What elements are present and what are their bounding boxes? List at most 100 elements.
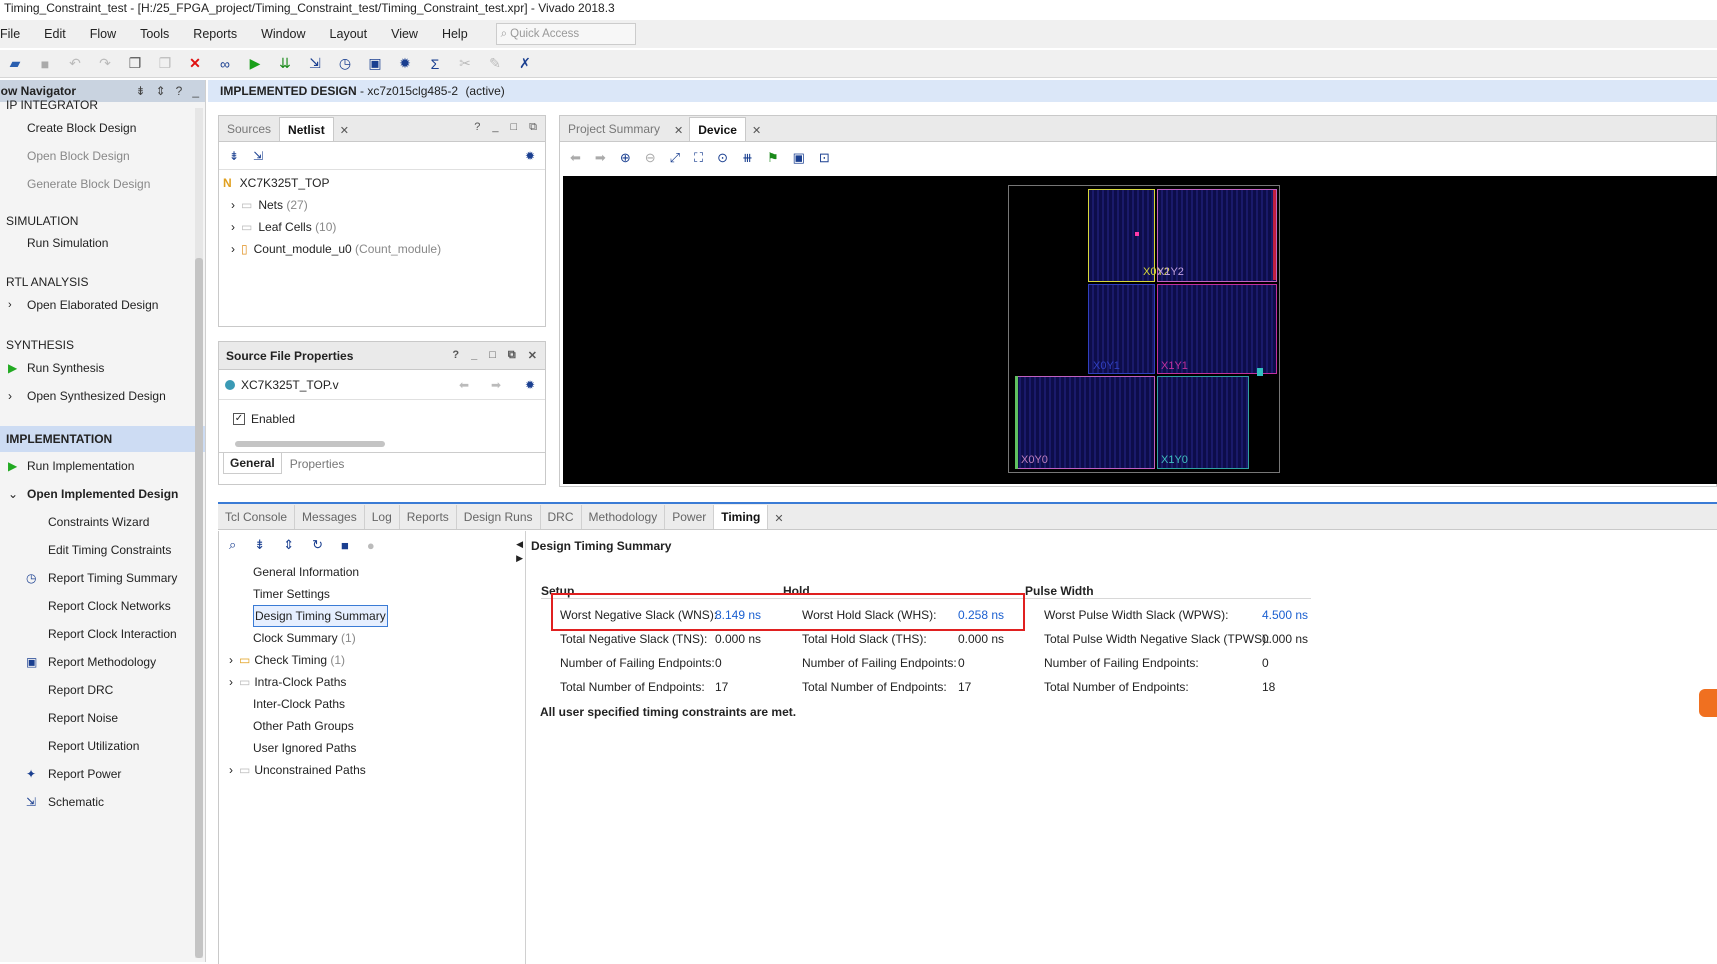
minimize-icon[interactable]: _ (471, 349, 477, 362)
generate-block-design[interactable]: Generate Block Design (0, 170, 205, 198)
device-canvas[interactable]: X0Y2 X1Y2 X0Y1 X1Y1 X0Y0 X1Y0 (563, 176, 1717, 484)
tree-intra-clock-paths[interactable]: › ▭ Intra-Clock Paths (229, 671, 346, 693)
layer-icon[interactable]: ⊡ (819, 150, 830, 166)
stop-icon[interactable]: ● (367, 538, 375, 553)
menu-tools[interactable]: Tools (140, 27, 181, 41)
tree-unconstrained-paths[interactable]: › ▭ Unconstrained Paths (229, 759, 366, 781)
open-implemented-design[interactable]: ⌄ Open Implemented Design (0, 480, 205, 508)
crosshair-icon[interactable]: ⊙ (717, 150, 728, 166)
tree-other-path-groups[interactable]: Other Path Groups (253, 715, 354, 737)
minimize-icon[interactable]: _ (492, 121, 498, 134)
copy-icon[interactable]: ❐ (120, 51, 150, 77)
tool-icon-b[interactable]: ✎ (480, 51, 510, 77)
run-simulation[interactable]: Run Simulation (0, 230, 205, 256)
netlist-top[interactable]: N XC7K325T_TOP (223, 172, 545, 194)
menu-edit[interactable]: Edit (44, 27, 78, 41)
schematic[interactable]: ⇲ Schematic (0, 788, 205, 816)
redo-icon[interactable]: ↷ (90, 51, 120, 77)
zoom-fit-icon[interactable]: ⤢ (670, 150, 680, 166)
program-icon[interactable]: ⇲ (300, 51, 330, 77)
forward-icon[interactable]: ➡ (491, 378, 501, 392)
edit-timing-constraints[interactable]: Edit Timing Constraints (0, 536, 205, 564)
close-icon[interactable]: ✕ (528, 349, 537, 362)
tab-log[interactable]: Log (365, 505, 400, 529)
tab-device[interactable]: Device (689, 117, 746, 141)
run-implementation[interactable]: ▶ Run Implementation (0, 452, 205, 480)
enabled-checkbox[interactable]: ✓ (233, 413, 245, 425)
netlist-count-module[interactable]: › ▯ Count_module_u0 (Count_module) (223, 238, 545, 260)
open-synthesized-design[interactable]: › Open Synthesized Design (0, 382, 205, 410)
back-icon[interactable]: ⬅ (570, 150, 581, 166)
tab-timing[interactable]: Timing (714, 505, 769, 529)
tab-methodology[interactable]: Methodology (582, 505, 666, 529)
search-icon[interactable]: ⌕ (229, 537, 236, 553)
download-icon[interactable]: ⇊ (270, 51, 300, 77)
tab-tcl-console[interactable]: Tcl Console (218, 505, 296, 529)
forward-icon[interactable]: ➡ (595, 150, 606, 166)
close-icon[interactable]: ✕ (774, 512, 783, 525)
open-project-icon[interactable]: ▰ (0, 51, 30, 77)
tree-check-timing[interactable]: › ▭ Check Timing (1) (229, 649, 345, 671)
menu-file[interactable]: File (0, 27, 32, 41)
menu-layout[interactable]: Layout (330, 27, 380, 41)
tab-sources[interactable]: Sources (219, 117, 279, 141)
zoom-out-icon[interactable]: ⊖ (645, 150, 656, 166)
gear-icon[interactable]: ✹ (525, 378, 535, 392)
float-icon[interactable]: ⧉ (508, 349, 516, 362)
menu-flow[interactable]: Flow (90, 27, 128, 41)
menu-window[interactable]: Window (261, 27, 317, 41)
save-icon[interactable]: ■ (30, 51, 60, 77)
report-clock-networks[interactable]: Report Clock Networks (0, 592, 205, 620)
tab-project-summary[interactable]: Project Summary (560, 117, 668, 141)
maximize-icon[interactable]: □ (489, 349, 496, 362)
tree-design-timing-summary[interactable]: Design Timing Summary (253, 605, 388, 627)
open-elaborated-design[interactable]: › Open Elaborated Design (0, 291, 205, 319)
tree-clock-summary[interactable]: Clock Summary (1) (253, 627, 356, 649)
tab-design-runs[interactable]: Design Runs (457, 505, 541, 529)
close-icon[interactable]: ✕ (752, 124, 761, 137)
close-icon[interactable]: ✕ (674, 124, 683, 137)
place-icon[interactable]: ⚑ (767, 150, 779, 166)
gear-icon[interactable]: ✹ (525, 149, 535, 163)
report-drc[interactable]: Report DRC (0, 676, 205, 704)
report-power[interactable]: ✦ Report Power (0, 760, 205, 788)
tab-reports[interactable]: Reports (400, 505, 457, 529)
routing-icon[interactable]: ⧻ (742, 150, 753, 166)
tab-properties[interactable]: Properties (282, 457, 353, 471)
collapse-all-icon[interactable]: ⇟ (229, 149, 239, 163)
report-timing-summary[interactable]: ◷ Report Timing Summary (0, 564, 205, 592)
report-utilization[interactable]: Report Utilization (0, 732, 205, 760)
tab-messages[interactable]: Messages (295, 505, 365, 529)
menu-help[interactable]: Help (442, 27, 480, 41)
tool-icon-c[interactable]: ✗ (510, 51, 540, 77)
help-icon[interactable]: ? (474, 121, 480, 134)
settings-icon[interactable]: ✹ (390, 51, 420, 77)
collapse-pane-icon[interactable]: ◀ (516, 539, 523, 550)
run-icon[interactable]: ▶ (240, 51, 270, 77)
hierarchy-icon[interactable]: ⇲ (253, 149, 263, 163)
tab-drc[interactable]: DRC (541, 505, 582, 529)
scrollbar-thumb[interactable] (195, 258, 203, 958)
open-block-design[interactable]: Open Block Design (0, 142, 205, 170)
netlist-leaf-cells[interactable]: › ▭ Leaf Cells (10) (223, 216, 545, 238)
paste-icon[interactable]: ❐ (150, 51, 180, 77)
flow-navigator-scrollbar[interactable] (195, 108, 203, 958)
tree-timer-settings[interactable]: Timer Settings (253, 583, 330, 605)
report-clock-interaction[interactable]: Report Clock Interaction (0, 620, 205, 648)
properties-hscrollbar[interactable] (223, 438, 533, 450)
expand-pane-icon[interactable]: ▶ (516, 553, 523, 564)
maximize-icon[interactable]: □ (510, 121, 517, 134)
back-icon[interactable]: ⬅ (459, 378, 469, 392)
sigma-icon[interactable]: Σ (420, 51, 450, 77)
tab-general[interactable]: General (223, 453, 282, 474)
timer-icon[interactable]: ◷ (330, 51, 360, 77)
report-methodology[interactable]: ▣ Report Methodology (0, 648, 205, 676)
quick-access-input[interactable]: ⌕ Quick Access (495, 23, 636, 45)
delete-icon[interactable]: ✕ (180, 51, 210, 77)
expand-all-icon[interactable]: ⇕ (283, 537, 294, 553)
netlist-nets[interactable]: › ▭ Nets (27) (223, 194, 545, 216)
find-icon[interactable]: ∞ (210, 51, 240, 77)
report-icon[interactable]: ▣ (360, 51, 390, 77)
close-icon[interactable]: ✕ (340, 124, 349, 137)
constraints-wizard[interactable]: Constraints Wizard (0, 508, 205, 536)
